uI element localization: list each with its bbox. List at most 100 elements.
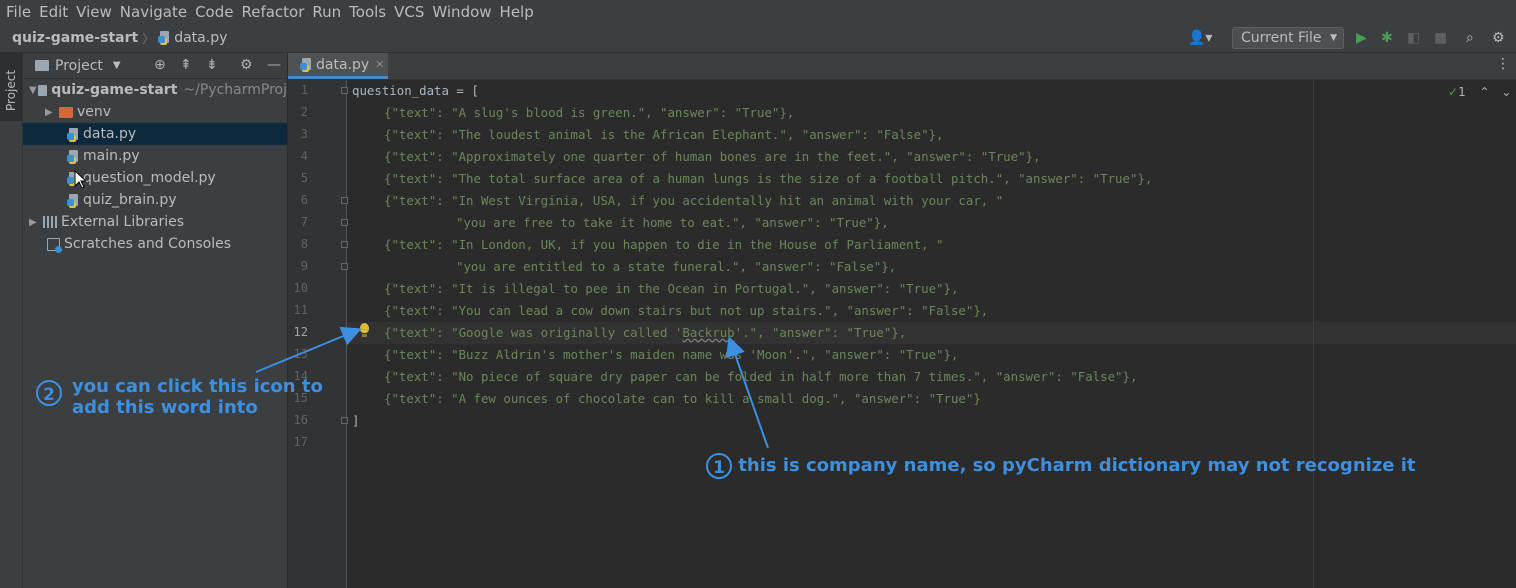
code-line[interactable]: {"text": "It is illegal to pee in the Oc… [384, 281, 958, 296]
code-line[interactable]: "you are free to take it home to eat.", … [456, 215, 889, 230]
search-icon[interactable]: ⌕ [1466, 30, 1474, 46]
tree-item-project-root[interactable]: ▼ quiz-game-start ~/PycharmProj [23, 79, 287, 101]
annotation-text: you can click this icon to [72, 376, 323, 397]
menu-navigate[interactable]: Navigate [114, 3, 187, 21]
mouse-cursor-icon [74, 170, 86, 189]
fold-marker-icon[interactable] [341, 87, 348, 94]
line-number: 3 [300, 127, 308, 141]
stop-icon[interactable]: ■ [1434, 30, 1447, 46]
tree-item-main-py[interactable]: main.py [23, 145, 287, 167]
locate-icon[interactable]: ⊕ [154, 57, 166, 73]
breadcrumb-project[interactable]: quiz-game-start [12, 30, 138, 46]
fold-marker-icon[interactable] [341, 417, 348, 424]
menu-edit[interactable]: Edit [33, 3, 68, 21]
code-line[interactable]: {"text": "The total surface area of a hu… [384, 171, 1152, 186]
code-fragment: {"text": "Google was originally called ' [384, 325, 683, 340]
menu-help[interactable]: Help [494, 3, 534, 21]
tree-item-label: External Libraries [61, 214, 184, 230]
menu-refactor[interactable]: Refactor [235, 3, 304, 21]
python-file-icon [67, 127, 79, 141]
code-line[interactable]: {"text": "Approximately one quarter of h… [384, 149, 1040, 164]
menu-view[interactable]: View [70, 3, 112, 21]
code-line[interactable]: ] [352, 413, 359, 428]
line-number: 1 [300, 83, 308, 97]
annotation-number: 1 [706, 453, 732, 479]
breadcrumb-file[interactable]: data.py [158, 30, 227, 46]
expand-all-icon[interactable]: ⇞ [180, 57, 192, 73]
fold-marker-icon[interactable] [341, 219, 348, 226]
more-options-icon[interactable]: ⋮ [1496, 56, 1510, 72]
code-line[interactable]: {"text": "You can lead a cow down stairs… [384, 303, 988, 318]
menu-window[interactable]: Window [426, 3, 491, 21]
code-line[interactable]: {"text": "Buzz Aldrin's mother's maiden … [384, 347, 958, 362]
tree-item-label: main.py [83, 148, 140, 164]
code-line[interactable]: "you are entitled to a state funeral.", … [456, 259, 896, 274]
line-number: 5 [300, 171, 308, 185]
fold-marker-icon[interactable] [341, 263, 348, 270]
coverage-icon[interactable]: ◧ [1407, 30, 1420, 46]
run-icon[interactable]: ▶ [1356, 30, 1367, 46]
tree-item-external-libraries[interactable]: ▶ External Libraries [23, 211, 287, 233]
tree-item-question-model-py[interactable]: question_model.py [23, 167, 287, 189]
code-line[interactable]: {"text": "The loudest animal is the Afri… [384, 127, 944, 142]
code-line[interactable]: {"text": "A slug's blood is green.", "an… [384, 105, 794, 120]
tree-item-label: quiz_brain.py [83, 192, 177, 208]
chevron-right-icon[interactable]: ▶ [29, 217, 43, 228]
tab-data-py[interactable]: data.py ✕ [288, 53, 388, 79]
chevron-up-icon[interactable]: ⌃ [1480, 85, 1490, 99]
chevron-down-icon: ▼ [1330, 33, 1337, 43]
tab-label: data.py [316, 56, 370, 73]
fold-marker-icon[interactable] [341, 197, 348, 204]
menu-tools[interactable]: Tools [343, 3, 386, 21]
lightbulb-icon[interactable] [360, 323, 369, 337]
menu-bar: File Edit View Navigate Code Refactor Ru… [0, 0, 1516, 24]
annotation-2: 2 you can click this icon to add this wo… [36, 376, 323, 418]
code-line[interactable]: {"text": "In London, UK, if you happen t… [384, 237, 944, 252]
project-panel-title[interactable]: Project [55, 58, 103, 74]
annotation-number: 2 [36, 380, 62, 406]
code-line[interactable]: question_data = [ [352, 83, 479, 98]
code-line[interactable]: {"text": "In West Virginia, USA, if you … [384, 193, 1003, 208]
line-number: 10 [293, 281, 308, 295]
inspection-widget[interactable]: ✓1 ⌃ ⌄ [1448, 85, 1511, 99]
line-number: 17 [293, 435, 308, 449]
user-icon[interactable]: 👤▾ [1188, 30, 1212, 46]
tree-item-data-py[interactable]: data.py [23, 123, 287, 145]
folder-icon [38, 84, 48, 96]
gear-icon[interactable]: ⚙ [240, 57, 253, 73]
annotation-1: 1 this is company name, so pyCharm dicti… [706, 453, 1416, 479]
editor-tab-bar: data.py ✕ ⋮ [288, 53, 1516, 80]
chevron-down-icon[interactable]: ▼ [113, 60, 121, 71]
tree-root-path: ~/PycharmProj [183, 82, 287, 98]
python-file-icon [67, 193, 79, 207]
chevron-down-icon[interactable]: ⌄ [1501, 85, 1511, 99]
tree-item-label: data.py [83, 126, 137, 142]
tree-item-quiz-brain-py[interactable]: quiz_brain.py [23, 189, 287, 211]
fold-marker-icon[interactable] [341, 241, 348, 248]
menu-run[interactable]: Run [306, 3, 341, 21]
line-number: 7 [300, 215, 308, 229]
minimize-icon[interactable]: — [267, 57, 281, 73]
gear-icon[interactable]: ⚙ [1492, 30, 1505, 46]
collapse-all-icon[interactable]: ⇟ [206, 57, 218, 73]
tree-item-venv[interactable]: ▶ venv [23, 101, 287, 123]
close-icon[interactable]: ✕ [375, 58, 384, 71]
gutter-separator [346, 80, 347, 588]
menu-file[interactable]: File [0, 3, 31, 21]
misspelled-word[interactable]: Backrub [682, 325, 734, 340]
code-line[interactable]: {"text": "No piece of square dry paper c… [384, 369, 1137, 384]
code-line-current[interactable]: {"text": "Google was originally called '… [384, 325, 906, 340]
run-configuration-label: Current File [1241, 30, 1322, 46]
library-icon [43, 216, 57, 228]
debug-icon[interactable]: ✱ [1381, 30, 1393, 46]
chevron-right-icon[interactable]: ▶ [45, 107, 59, 118]
code-line[interactable]: {"text": "A few ounces of chocolate can … [384, 391, 981, 406]
scratches-icon [47, 237, 62, 253]
project-view-icon [35, 60, 49, 71]
tree-item-scratches[interactable]: Scratches and Consoles [23, 233, 287, 255]
chevron-down-icon[interactable]: ▼ [29, 85, 38, 96]
run-configuration-select[interactable]: Current File ▼ [1232, 27, 1344, 49]
project-tool-tab[interactable]: Project [0, 53, 22, 121]
menu-code[interactable]: Code [189, 3, 233, 21]
menu-vcs[interactable]: VCS [388, 3, 424, 21]
